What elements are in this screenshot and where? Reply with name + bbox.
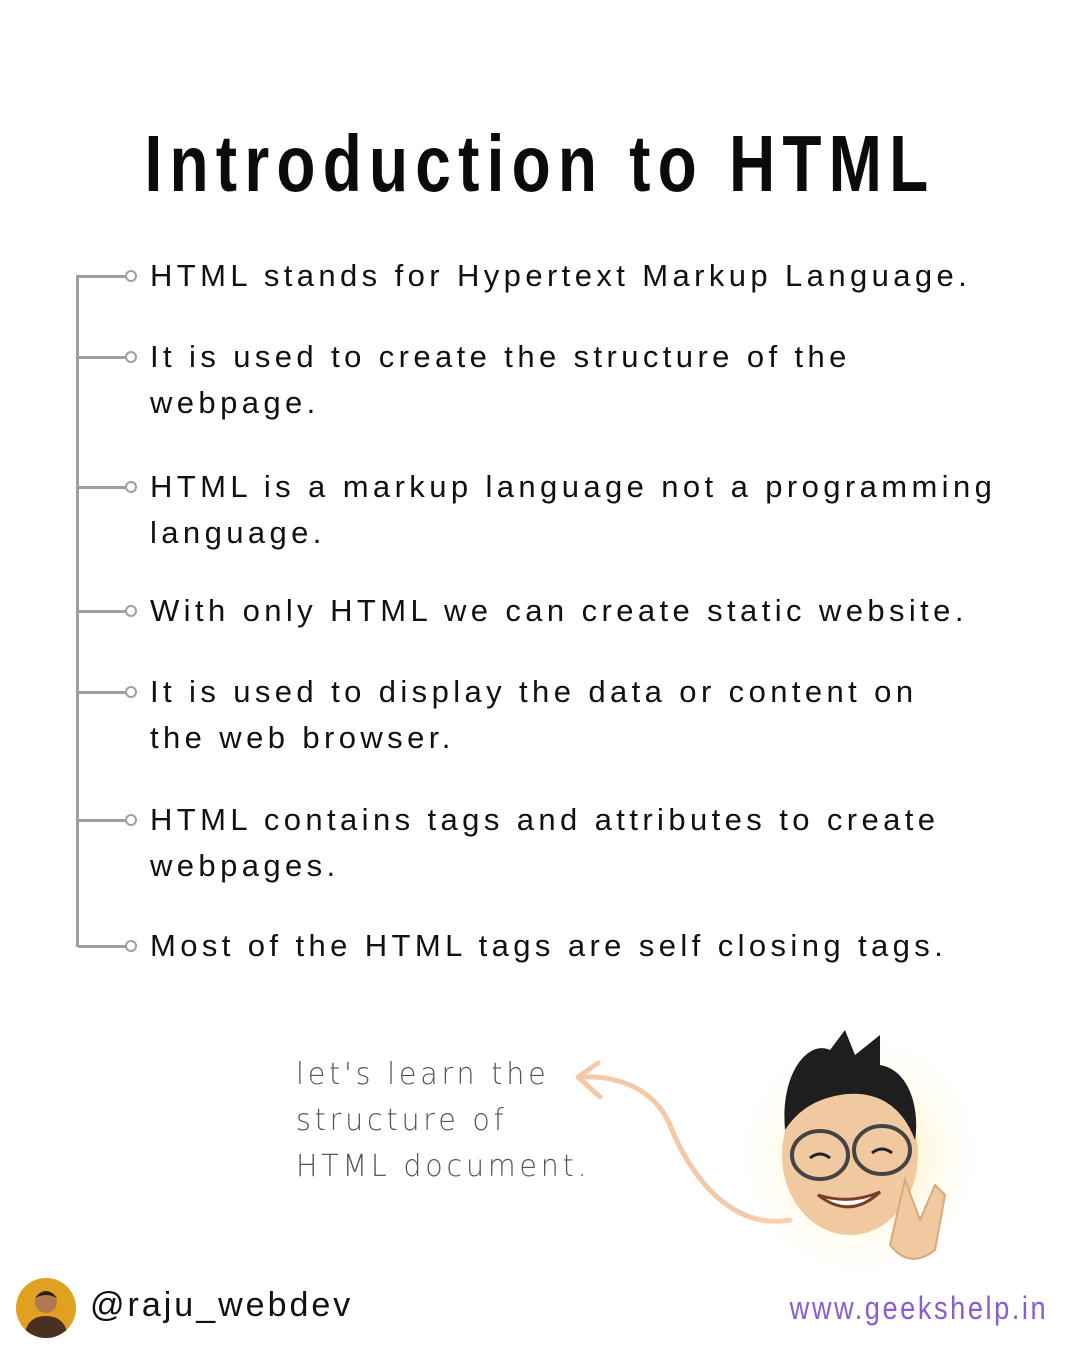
point-text: webpage. [150,385,320,420]
memoji-avatar-icon [730,1025,990,1280]
timeline-connector [78,275,126,278]
timeline-connector [78,691,126,694]
point-text: It is used to display the data or conten… [150,674,918,709]
bullet-circle-icon [125,940,137,952]
point-text: language. [150,515,326,550]
point-text: HTML stands for Hypertext Markup Languag… [150,258,972,293]
point-item: With only HTML we can create static webs… [150,588,1050,634]
bullet-circle-icon [125,351,137,363]
author-handle: @raju_webdev [90,1286,354,1324]
point-text: HTML is a markup language not a programm… [150,469,997,504]
page-title: Introduction to HTML [144,119,936,208]
point-text: webpages. [150,848,340,883]
point-text: It is used to create the structure of th… [150,339,851,374]
note-line: HTML document. [296,1149,591,1184]
timeline-connector [78,945,126,948]
timeline-connector [78,610,126,613]
point-text: the web browser. [150,720,455,755]
timeline-connector [78,356,126,359]
person-icon [24,1291,68,1338]
point-text: Most of the HTML tags are self closing t… [150,928,948,963]
point-item: It is used to create the structure of th… [150,334,1050,426]
note-line: let's learn the [296,1057,550,1092]
profile-avatar [16,1278,76,1338]
bullet-circle-icon [125,270,137,282]
note-line: structure of [296,1103,508,1138]
bullet-circle-icon [125,605,137,617]
timeline-connector [78,819,126,822]
point-text: HTML contains tags and attributes to cre… [150,802,940,837]
bullet-circle-icon [125,814,137,826]
timeline-connector [78,486,126,489]
point-text: With only HTML we can create static webs… [150,593,968,628]
callout-note: let's learn the structure of HTML docume… [296,1052,590,1190]
point-item: HTML is a markup language not a programm… [150,464,1050,556]
bullet-circle-icon [125,686,137,698]
point-item: Most of the HTML tags are self closing t… [150,923,1050,969]
point-item: HTML stands for Hypertext Markup Languag… [150,253,1050,299]
point-item: It is used to display the data or conten… [150,669,1050,761]
bullet-circle-icon [125,481,137,493]
point-item: HTML contains tags and attributes to cre… [150,797,1050,889]
website-link[interactable]: www.geekshelp.in [789,1290,1048,1327]
